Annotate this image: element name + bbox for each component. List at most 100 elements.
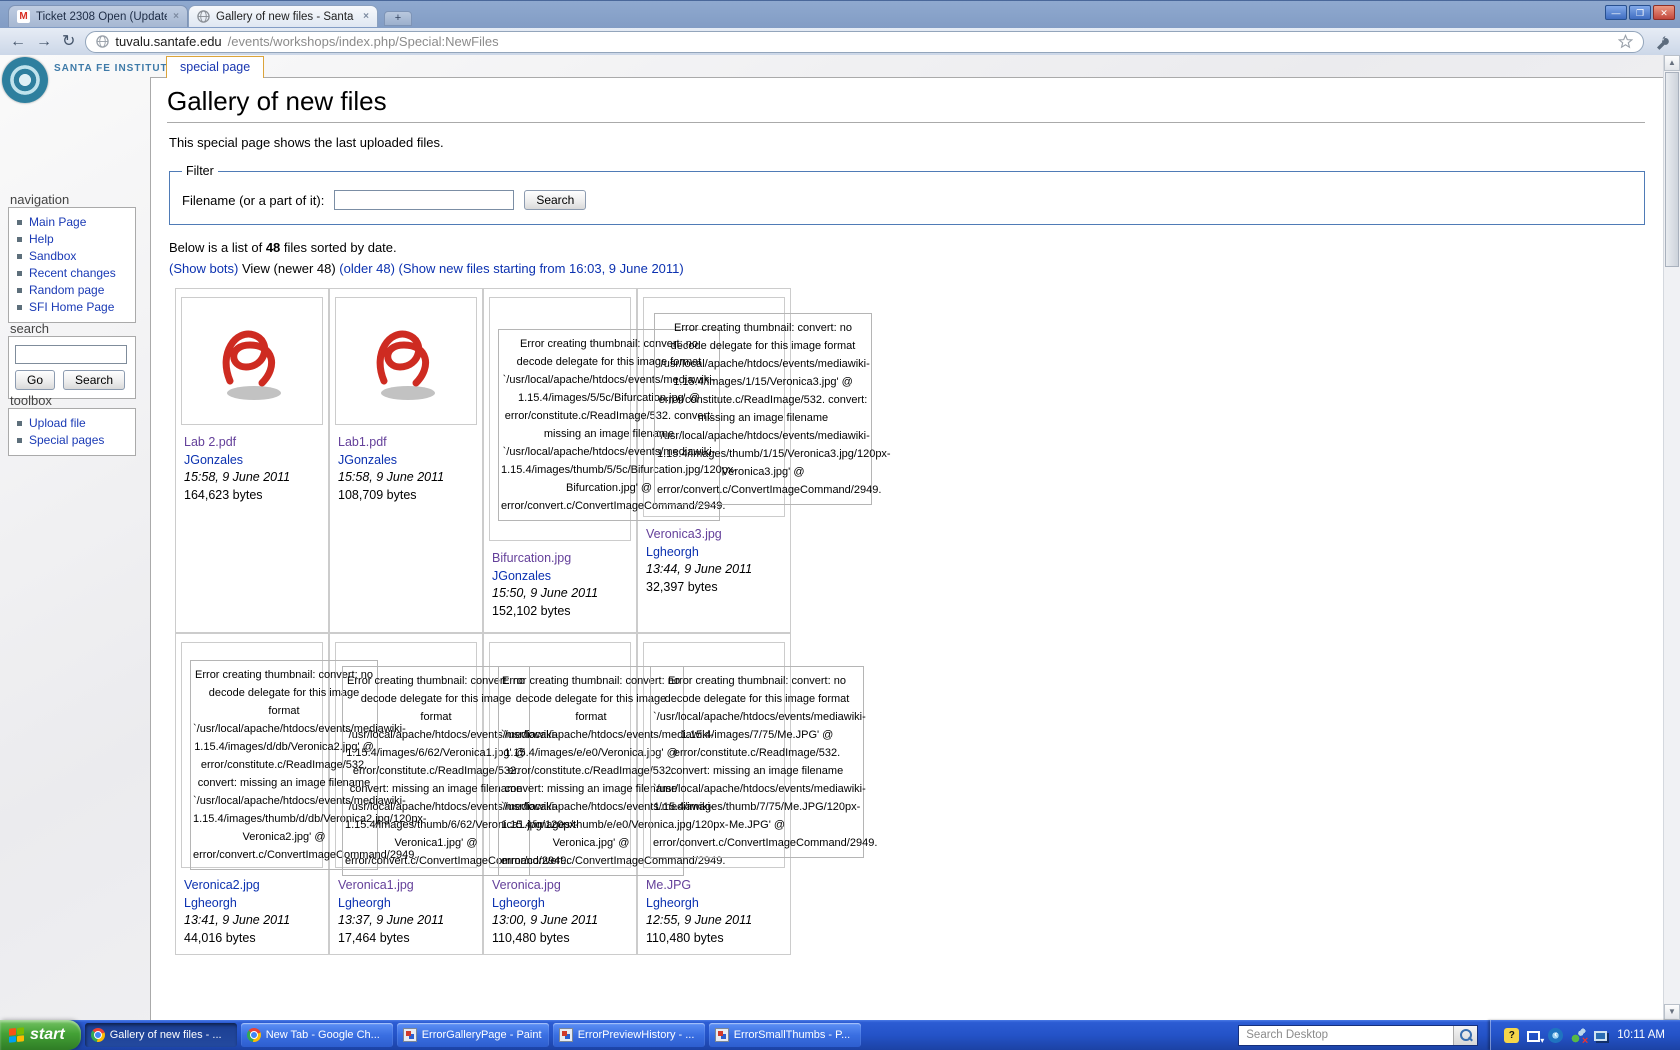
intro-text: This special page shows the last uploade… bbox=[169, 135, 1645, 150]
tab-gallery-active[interactable]: Gallery of new files - Santa Fe × bbox=[188, 5, 378, 27]
sidebar-item-recent-changes[interactable]: Recent changes bbox=[17, 265, 135, 282]
filter-search-button[interactable]: Search bbox=[524, 190, 586, 210]
sidebar-item-label: Random page bbox=[29, 282, 104, 299]
minimize-button[interactable]: — bbox=[1605, 5, 1627, 20]
file-date: 15:50, 9 June 2011 bbox=[492, 585, 631, 603]
user-link[interactable]: Lgheorgh bbox=[492, 895, 631, 913]
file-size: 164,623 bytes bbox=[184, 487, 323, 505]
wiki-page: SANTA FE INSTITUTE navigation Main Page … bbox=[0, 55, 1680, 1020]
file-link[interactable]: Lab 2.pdf bbox=[184, 434, 323, 452]
sidebar-item-main-page[interactable]: Main Page bbox=[17, 214, 135, 231]
older-link[interactable]: (older 48) bbox=[339, 261, 395, 276]
file-size: 108,709 bytes bbox=[338, 487, 477, 505]
taskbar-button-gallery[interactable]: Gallery of new files - ... bbox=[85, 1023, 237, 1047]
restore-button[interactable]: ❐ bbox=[1629, 5, 1651, 20]
filter-fieldset: Filter Filename (or a part of it): Searc… bbox=[169, 164, 1645, 225]
sidebar-item-label: Special pages bbox=[29, 432, 104, 449]
sfi-logo[interactable] bbox=[2, 57, 48, 103]
scroll-down-icon[interactable]: ▼ bbox=[1664, 1004, 1680, 1020]
reload-icon[interactable]: ↻ bbox=[62, 34, 75, 50]
file-date: 13:37, 9 June 2011 bbox=[338, 912, 477, 930]
search-desktop-input[interactable]: Search Desktop bbox=[1238, 1025, 1478, 1046]
user-link[interactable]: JGonzales bbox=[338, 452, 477, 470]
scrollbar-thumb[interactable] bbox=[1665, 72, 1679, 267]
bullet-icon bbox=[17, 288, 22, 293]
file-link[interactable]: Bifurcation.jpg bbox=[492, 550, 631, 568]
portlet-title-search: search bbox=[10, 321, 49, 336]
scroll-up-icon[interactable]: ▲ bbox=[1664, 55, 1680, 71]
forward-icon[interactable]: → bbox=[36, 34, 52, 50]
taskbar-button-errorgallerypage[interactable]: ErrorGalleryPage - Paint bbox=[397, 1023, 549, 1047]
file-count-text: Below is a list of 48 files sorted by da… bbox=[169, 240, 1645, 255]
sidebar-item-sfi-home[interactable]: SFI Home Page bbox=[17, 299, 135, 316]
taskbar-button-label: ErrorPreviewHistory - ... bbox=[578, 1029, 695, 1041]
file-link[interactable]: Veronica3.jpg bbox=[646, 526, 785, 544]
sidebar-item-special-pages[interactable]: Special pages bbox=[17, 432, 135, 449]
wrench-menu-icon[interactable] bbox=[1654, 34, 1670, 50]
show-bots-link[interactable]: (Show bots) bbox=[169, 261, 238, 276]
file-link[interactable]: Veronica1.jpg bbox=[338, 877, 477, 895]
sidebar-search-input[interactable] bbox=[15, 345, 127, 364]
paint-icon bbox=[403, 1028, 417, 1042]
sidebar-item-label: Upload file bbox=[29, 415, 86, 432]
go-button[interactable]: Go bbox=[15, 370, 55, 390]
wireless-disconnected-icon[interactable] bbox=[1571, 1028, 1586, 1043]
file-link[interactable]: Veronica2.jpg bbox=[184, 877, 323, 895]
gallery-item: Error creating thumbnail: convert: no de… bbox=[483, 633, 637, 955]
user-link[interactable]: Lgheorgh bbox=[646, 544, 785, 562]
sidebar-item-random-page[interactable]: Random page bbox=[17, 282, 135, 299]
tab-special-page[interactable]: special page bbox=[166, 56, 264, 78]
user-link[interactable]: Lgheorgh bbox=[184, 895, 323, 913]
toolbox-portlet: Upload file Special pages bbox=[8, 408, 136, 456]
taskbar-button-errorpreviewhistory[interactable]: ErrorPreviewHistory - ... bbox=[553, 1023, 705, 1047]
sidebar-item-upload-file[interactable]: Upload file bbox=[17, 415, 135, 432]
sidebar-search-button[interactable]: Search bbox=[63, 370, 125, 390]
thumbnail-frame[interactable] bbox=[335, 297, 477, 425]
start-button[interactable]: start bbox=[0, 1020, 81, 1050]
close-button[interactable]: ✕ bbox=[1653, 5, 1675, 20]
network-icon[interactable] bbox=[1594, 1031, 1607, 1041]
file-size: 110,480 bytes bbox=[646, 930, 785, 948]
sidebar-item-label: SFI Home Page bbox=[29, 299, 114, 316]
tab-gmail-ticket[interactable]: M Ticket 2308 Open (Updated) × bbox=[8, 5, 188, 27]
bullet-icon bbox=[17, 220, 22, 225]
taskbar-button-label: ErrorSmallThumbs - P... bbox=[734, 1029, 851, 1041]
taskbar-button-label: New Tab - Google Ch... bbox=[266, 1029, 380, 1041]
file-link[interactable]: Lab1.pdf bbox=[338, 434, 477, 452]
portlet-title-navigation: navigation bbox=[10, 192, 69, 207]
address-bar[interactable]: tuvalu.santafe.edu/events/workshops/inde… bbox=[85, 31, 1644, 53]
user-link[interactable]: Lgheorgh bbox=[646, 895, 785, 913]
hidden-icons-chevron-icon[interactable]: ‹ bbox=[1548, 1028, 1563, 1043]
display-tray-icon[interactable] bbox=[1527, 1031, 1540, 1042]
gmail-icon: M bbox=[17, 10, 30, 23]
filename-label: Filename (or a part of it): bbox=[182, 193, 324, 208]
bullet-icon bbox=[17, 254, 22, 259]
user-link[interactable]: Lgheorgh bbox=[338, 895, 477, 913]
new-tab-button[interactable]: + bbox=[384, 11, 412, 26]
search-desktop-hint: Search Desktop bbox=[1239, 1029, 1453, 1041]
file-size: 110,480 bytes bbox=[492, 930, 631, 948]
search-icon[interactable] bbox=[1453, 1026, 1477, 1045]
file-link[interactable]: Veronica.jpg bbox=[492, 877, 631, 895]
sidebar-item-help[interactable]: Help bbox=[17, 231, 135, 248]
file-date: 15:58, 9 June 2011 bbox=[184, 469, 323, 487]
chrome-icon bbox=[91, 1028, 105, 1042]
thumbnail-frame[interactable] bbox=[181, 297, 323, 425]
file-link[interactable]: Me.JPG bbox=[646, 877, 785, 895]
sidebar-item-sandbox[interactable]: Sandbox bbox=[17, 248, 135, 265]
close-tab-icon[interactable]: × bbox=[173, 11, 179, 22]
close-tab-icon[interactable]: × bbox=[363, 11, 369, 22]
show-new-files-link[interactable]: (Show new files starting from 16:03, 9 J… bbox=[395, 261, 684, 276]
taskbar-button-errorsmallthumbs[interactable]: ErrorSmallThumbs - P... bbox=[709, 1023, 861, 1047]
back-icon[interactable]: ← bbox=[10, 34, 26, 50]
bullet-icon bbox=[17, 305, 22, 310]
user-link[interactable]: JGonzales bbox=[184, 452, 323, 470]
start-label: start bbox=[30, 1026, 65, 1044]
scrollbar[interactable]: ▲ ▼ bbox=[1663, 55, 1680, 1020]
user-link[interactable]: JGonzales bbox=[492, 568, 631, 586]
bookmark-star-icon[interactable] bbox=[1618, 34, 1633, 49]
url-host: tuvalu.santafe.edu bbox=[115, 34, 221, 49]
help-tray-icon[interactable]: ? bbox=[1504, 1028, 1519, 1043]
filename-input[interactable] bbox=[334, 190, 514, 210]
taskbar-button-new-tab[interactable]: New Tab - Google Ch... bbox=[241, 1023, 393, 1047]
